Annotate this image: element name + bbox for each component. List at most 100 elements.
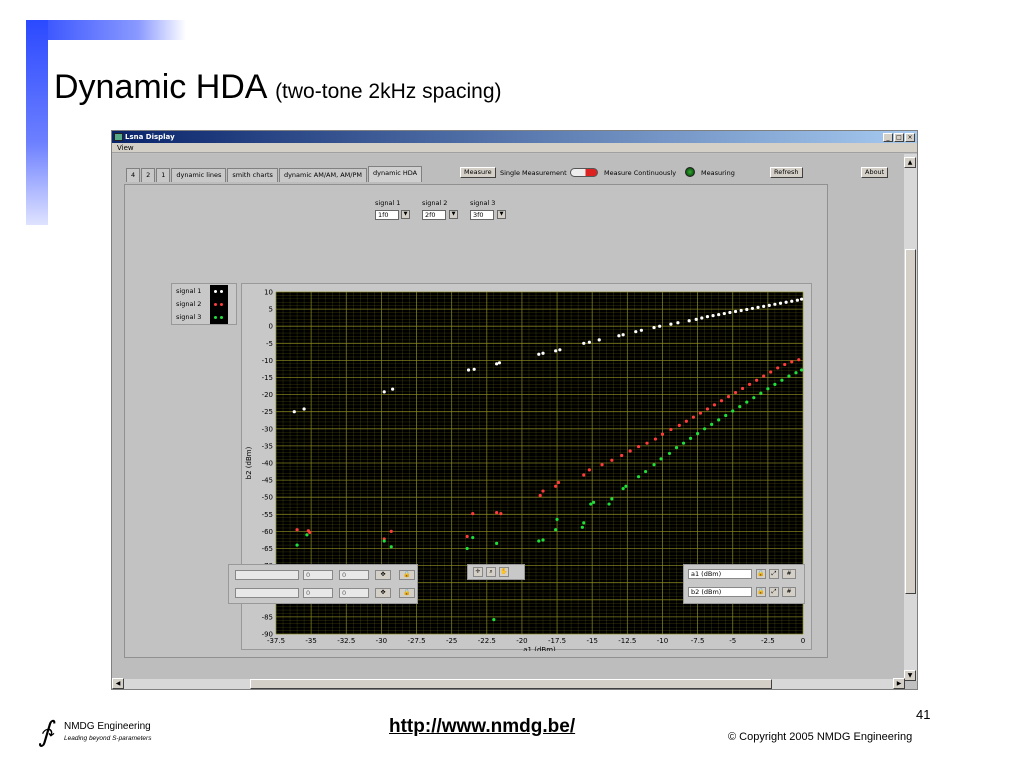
x-axis-lock-icon[interactable]: 🔒	[756, 569, 766, 579]
point-signal-3	[766, 387, 770, 391]
tab-1[interactable]: 1	[156, 168, 171, 182]
main-content: 4 2 1 dynamic lines smith charts dynamic…	[112, 154, 905, 681]
y-axis-lock-icon[interactable]: 🔒	[756, 587, 766, 597]
logo-tagline: Leading beyond S-parameters	[64, 735, 152, 742]
maximize-button[interactable]: □	[894, 132, 904, 142]
point-signal-1	[799, 297, 804, 301]
point-signal-1	[391, 387, 395, 391]
scroll-down-icon[interactable]: ▼	[904, 670, 916, 681]
vertical-scrollbar[interactable]: ▲ ▼	[904, 154, 917, 681]
y-tick-label: 5	[269, 306, 273, 314]
tab-dynamic-lines[interactable]: dynamic lines	[171, 168, 227, 182]
refresh-button[interactable]: Refresh	[770, 167, 803, 178]
point-signal-2	[499, 512, 503, 516]
point-signal-3	[703, 427, 707, 431]
x-axis-autoscale-icon[interactable]: ⤢	[769, 569, 779, 579]
point-signal-1	[722, 311, 726, 316]
point-signal-1	[658, 324, 662, 328]
signal-1-select[interactable]: 1f0	[375, 210, 399, 220]
x-axis-format-icon[interactable]: #	[782, 569, 796, 579]
legend-swatch-signal-2[interactable]	[210, 298, 228, 311]
cursor-2-y[interactable]: 0	[339, 588, 369, 598]
scroll-up-icon[interactable]: ▲	[904, 157, 916, 168]
point-signal-2	[705, 407, 710, 411]
scroll-left-icon[interactable]: ◀	[112, 678, 124, 689]
website-link[interactable]: http://www.nmdg.be/	[389, 716, 575, 738]
point-signal-1	[784, 300, 788, 304]
point-signal-3	[799, 368, 804, 372]
point-signal-1	[495, 362, 499, 366]
point-signal-3	[731, 409, 735, 413]
legend-swatch-signal-1[interactable]	[210, 285, 228, 298]
point-signal-1	[711, 313, 715, 318]
zoom-tool-icon[interactable]: ⌕	[486, 567, 496, 577]
cursor-1-name[interactable]	[235, 570, 299, 580]
vertical-scroll-thumb[interactable]	[905, 249, 916, 594]
signal-2-label: signal 2	[422, 199, 448, 207]
y-axis-format-icon[interactable]: #	[782, 587, 796, 597]
crosshair-tool-icon[interactable]: ✛	[473, 567, 483, 577]
minimize-button[interactable]: _	[883, 132, 893, 142]
point-signal-2	[389, 529, 393, 533]
point-signal-2	[556, 480, 561, 485]
cursor-1-move-icon[interactable]: ✥	[375, 570, 391, 580]
measure-button[interactable]: Measure	[460, 167, 496, 178]
x-tick-label: -12.5	[618, 637, 636, 645]
x-axis-selector[interactable]: a1 (dBm)	[688, 569, 752, 579]
point-signal-2	[636, 444, 641, 449]
about-button[interactable]: About	[861, 167, 889, 178]
y-axis-autoscale-icon[interactable]: ⤢	[769, 587, 779, 597]
tab-2[interactable]: 2	[141, 168, 156, 182]
x-tick-label: -30	[376, 637, 387, 645]
point-signal-2	[691, 415, 695, 419]
graph-palette: ✛ ⌕ ✋	[467, 564, 525, 580]
signal-1-dropdown-icon[interactable]: ▼	[401, 210, 410, 219]
measure-mode-toggle[interactable]	[570, 168, 598, 177]
signal-3-dropdown-icon[interactable]: ▼	[497, 210, 506, 219]
point-signal-3	[724, 413, 728, 418]
axis-scale-panel: a1 (dBm) 🔒 ⤢ # b2 (dBm) 🔒 ⤢ #	[683, 564, 805, 604]
point-signal-2	[295, 528, 299, 532]
horizontal-scrollbar[interactable]: ◀ ▶	[112, 678, 905, 689]
point-signal-1	[733, 309, 738, 314]
horizontal-scroll-thumb[interactable]	[250, 679, 772, 689]
tab-dynamic-am-am-pm[interactable]: dynamic AM/AM, AM/PM	[278, 168, 368, 182]
point-signal-3	[667, 451, 672, 456]
y-axis-selector[interactable]: b2 (dBm)	[688, 587, 752, 597]
close-button[interactable]: ×	[905, 132, 915, 142]
x-tick-label: -10	[657, 637, 668, 645]
tab-4[interactable]: 4	[126, 168, 141, 182]
signal-1-label: signal 1	[375, 199, 401, 207]
x-tick-label: -15	[586, 637, 597, 645]
point-signal-2	[776, 366, 780, 370]
app-icon	[114, 133, 123, 141]
y-tick-label: -10	[262, 357, 273, 365]
scroll-right-icon[interactable]: ▶	[893, 678, 905, 689]
point-signal-2	[645, 441, 649, 445]
cursor-1-y[interactable]: 0	[339, 570, 369, 580]
cursor-2-lock-icon[interactable]: 🔒	[399, 588, 415, 598]
point-signal-2	[747, 382, 752, 386]
point-signal-1	[537, 352, 541, 356]
point-signal-3	[752, 396, 756, 400]
signal-2-select[interactable]: 2f0	[422, 210, 446, 220]
tab-smith-charts[interactable]: smith charts	[227, 168, 278, 182]
cursor-1-x[interactable]: 0	[303, 570, 333, 580]
point-signal-2	[790, 360, 794, 364]
point-signal-1	[745, 307, 749, 312]
legend-signal-2: signal 2	[176, 300, 202, 308]
cursor-2-name[interactable]	[235, 588, 299, 598]
y-tick-label: -45	[262, 477, 273, 485]
legend-swatch-signal-3[interactable]	[210, 311, 228, 324]
signal-2-dropdown-icon[interactable]: ▼	[449, 210, 458, 219]
pan-tool-icon[interactable]: ✋	[499, 567, 509, 577]
point-signal-1	[694, 317, 698, 321]
cursor-2-x[interactable]: 0	[303, 588, 333, 598]
cursor-1-lock-icon[interactable]: 🔒	[399, 570, 415, 580]
tab-dynamic-hda[interactable]: dynamic HDA	[368, 166, 423, 182]
signal-3-select[interactable]: 3f0	[470, 210, 494, 220]
cursor-2-move-icon[interactable]: ✥	[375, 588, 391, 598]
hda-panel: signal 1 1f0 ▼ signal 2 2f0 ▼ signal 3 3…	[124, 184, 828, 658]
window-titlebar[interactable]: Lsna Display _ □ ×	[112, 131, 917, 143]
menu-view[interactable]: View	[117, 144, 134, 152]
